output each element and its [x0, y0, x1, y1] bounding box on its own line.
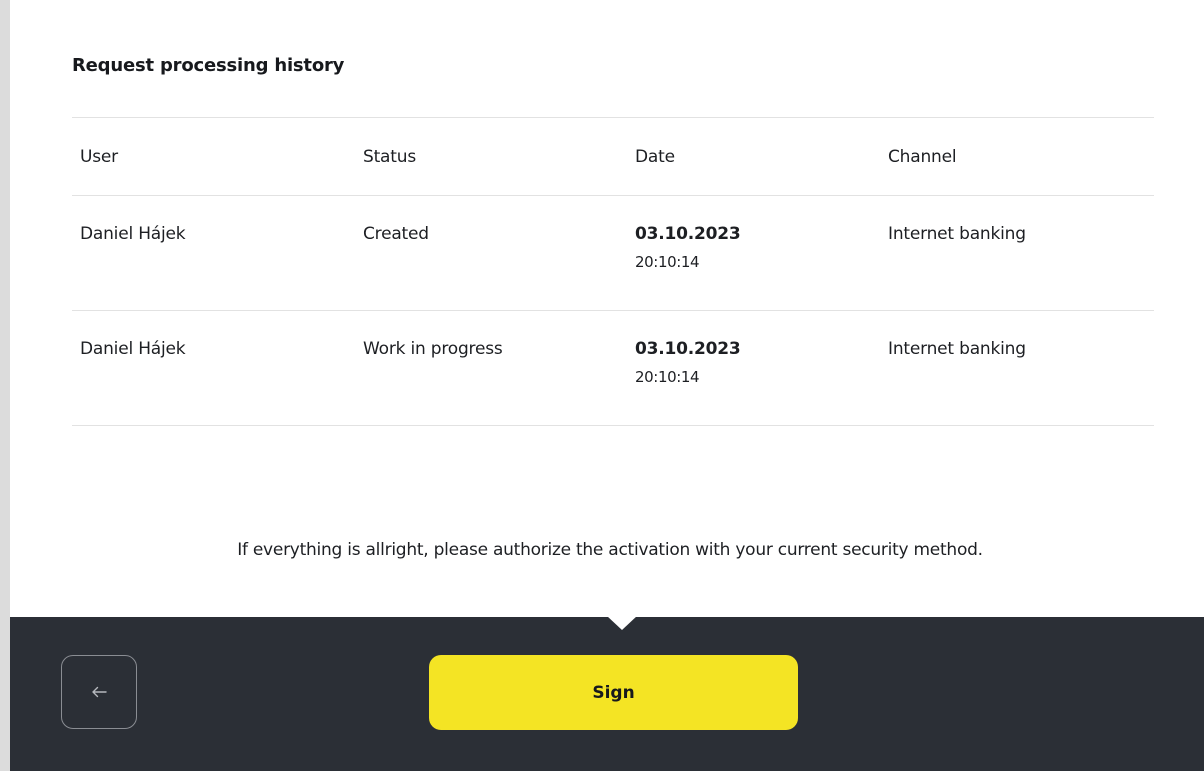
cell-status: Created [355, 195, 627, 311]
cell-status: Work in progress [355, 310, 627, 426]
date-value: 03.10.2023 [635, 339, 741, 359]
sign-button-label: Sign [592, 682, 635, 703]
date-value: 03.10.2023 [635, 224, 741, 244]
cell-date: 03.10.2023 20:10:14 [627, 310, 880, 426]
column-header-user: User [72, 117, 355, 196]
table-row: Daniel Hájek Created 03.10.2023 20:10:14… [72, 195, 1154, 311]
time-value: 20:10:14 [635, 253, 700, 271]
cell-channel: Internet banking [880, 195, 1154, 311]
table-header-row: User Status Date Channel [72, 117, 1154, 196]
cell-channel: Internet banking [880, 310, 1154, 426]
page: Request processing history User Status D… [0, 0, 1204, 771]
column-header-status: Status [355, 117, 627, 196]
table-row: Daniel Hájek Work in progress 03.10.2023… [72, 310, 1154, 426]
cell-user: Daniel Hájek [72, 310, 355, 426]
cell-date: 03.10.2023 20:10:14 [627, 195, 880, 311]
column-header-date: Date [627, 117, 880, 196]
cell-user: Daniel Hájek [72, 195, 355, 311]
time-value: 20:10:14 [635, 368, 700, 386]
action-footer: Sign [10, 616, 1204, 771]
arrow-left-icon [91, 686, 107, 698]
history-table: User Status Date Channel Daniel Hájek Cr… [72, 117, 1154, 426]
sign-button[interactable]: Sign [429, 655, 798, 730]
back-button[interactable] [61, 655, 137, 729]
section-title: Request processing history [72, 55, 345, 76]
authorization-notice: If everything is allright, please author… [237, 540, 983, 560]
footer-notch [607, 616, 637, 630]
left-rail [0, 0, 10, 771]
column-header-channel: Channel [880, 117, 1154, 196]
